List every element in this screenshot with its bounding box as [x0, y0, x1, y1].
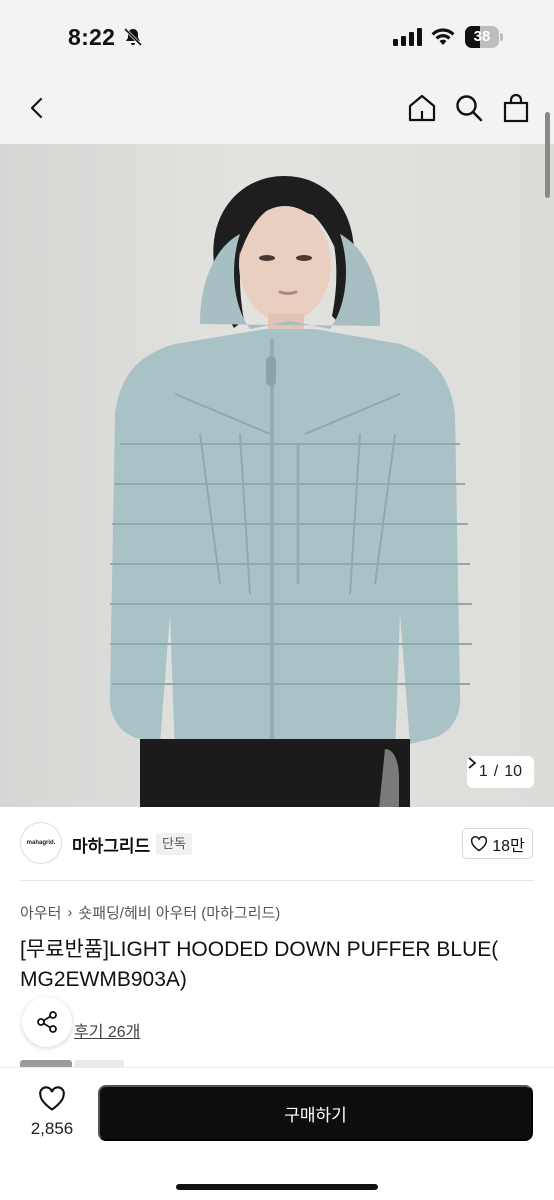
top-nav: [0, 72, 554, 144]
wishlist-button[interactable]: 2,856: [22, 1086, 82, 1139]
heart-icon: [471, 835, 488, 851]
breadcrumb-level2[interactable]: 숏패딩/헤비 아우터 (마하그리드): [78, 902, 280, 923]
product-title: [무료반품]LIGHT HOODED DOWN PUFFER BLUE( MG2…: [20, 938, 499, 991]
battery-icon: 38: [465, 26, 503, 48]
breadcrumb-separator: ›: [67, 904, 73, 921]
signal-icon: [393, 28, 422, 46]
product-image-carousel[interactable]: 1 / 10: [0, 144, 554, 807]
reviews-link[interactable]: 후기 26개: [74, 1018, 140, 1042]
home-indicator[interactable]: [176, 1184, 378, 1190]
scrollbar[interactable]: [545, 112, 550, 198]
home-icon[interactable]: [406, 92, 438, 124]
product-photo: [109, 176, 472, 807]
wifi-icon: [431, 28, 455, 45]
brand-name[interactable]: 마하그리드: [72, 832, 150, 857]
buy-button[interactable]: 구매하기: [98, 1085, 533, 1141]
battery-level: 38: [473, 28, 491, 45]
breadcrumb-level1[interactable]: 아우터: [20, 902, 61, 923]
status-bar: 8:22 38: [0, 0, 554, 72]
heart-icon: [39, 1086, 65, 1111]
brand-like-count: 18만: [492, 837, 525, 855]
search-icon[interactable]: [453, 92, 485, 124]
exclusive-badge: 단독: [156, 833, 192, 855]
divider: [20, 880, 534, 881]
share-icon: [37, 1011, 57, 1033]
image-counter: 1 / 10: [466, 756, 534, 788]
status-time: 8:22: [68, 24, 116, 50]
share-button[interactable]: [22, 997, 72, 1047]
brand-logo[interactable]: mahagrid.: [20, 822, 62, 864]
bottom-action-bar: 2,856 구매하기: [0, 1067, 554, 1200]
chevron-right-icon: [468, 757, 477, 769]
back-icon[interactable]: [24, 94, 52, 122]
breadcrumb: 아우터 › 숏패딩/헤비 아우터 (마하그리드): [20, 902, 280, 923]
bag-icon[interactable]: [500, 92, 532, 124]
wishlist-count: 2,856: [30, 1119, 74, 1138]
mute-bell-icon: [123, 27, 143, 47]
brand-like-button[interactable]: 18만: [462, 828, 533, 859]
